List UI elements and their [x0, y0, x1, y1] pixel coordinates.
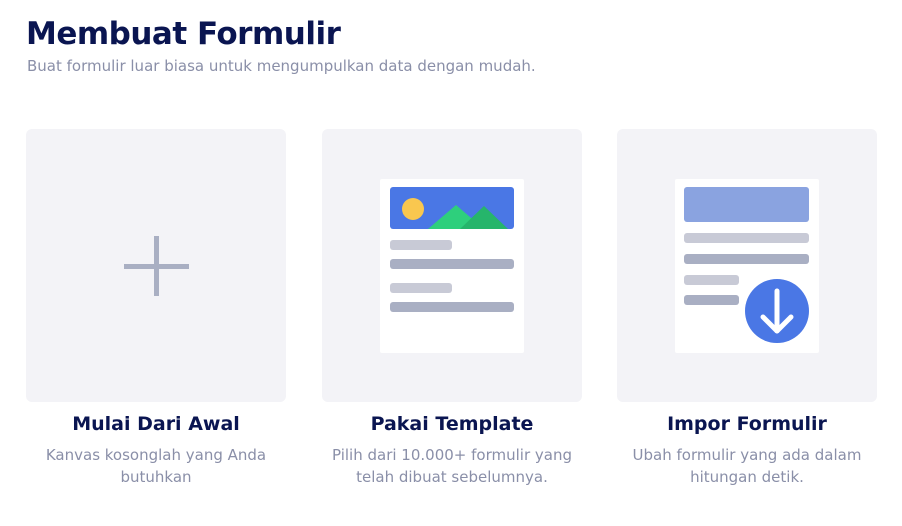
line-short: [684, 295, 739, 305]
import-form-card[interactable]: Impor Formulir Ubah formulir yang ada da…: [617, 129, 877, 488]
card-title: Pakai Template: [370, 413, 534, 435]
use-template-card[interactable]: Pakai Template Pilih dari 10.000+ formul…: [322, 129, 582, 488]
line-long: [390, 302, 514, 312]
import-illustration: [684, 187, 809, 343]
line-long: [684, 254, 809, 264]
template-illustration: [390, 187, 514, 312]
start-from-scratch-thumbnail[interactable]: [26, 129, 286, 402]
card-description: Ubah formulir yang ada dalam hitungan de…: [632, 446, 862, 486]
page-title: Membuat Formulir: [26, 16, 341, 52]
header-block: [684, 187, 809, 222]
template-form-icon: [380, 179, 524, 353]
card-title: Impor Formulir: [667, 413, 827, 435]
line-long: [390, 259, 514, 269]
card-description: Pilih dari 10.000+ formulir yang telah d…: [332, 446, 572, 486]
import-form-thumbnail[interactable]: [617, 129, 877, 402]
line-short: [684, 275, 739, 285]
card-title: Mulai Dari Awal: [72, 413, 240, 435]
card-description: Kanvas kosonglah yang Anda butuhkan: [45, 446, 267, 486]
import-form-icon: [675, 179, 819, 353]
sun-shape: [402, 198, 424, 220]
line-long: [684, 233, 809, 243]
page-subtitle: Buat formulir luar biasa untuk mengumpul…: [27, 57, 536, 75]
use-template-thumbnail[interactable]: [322, 129, 582, 402]
line-short: [390, 283, 452, 293]
line-short: [390, 240, 452, 250]
start-from-scratch-card[interactable]: Mulai Dari Awal Kanvas kosonglah yang An…: [26, 129, 286, 488]
